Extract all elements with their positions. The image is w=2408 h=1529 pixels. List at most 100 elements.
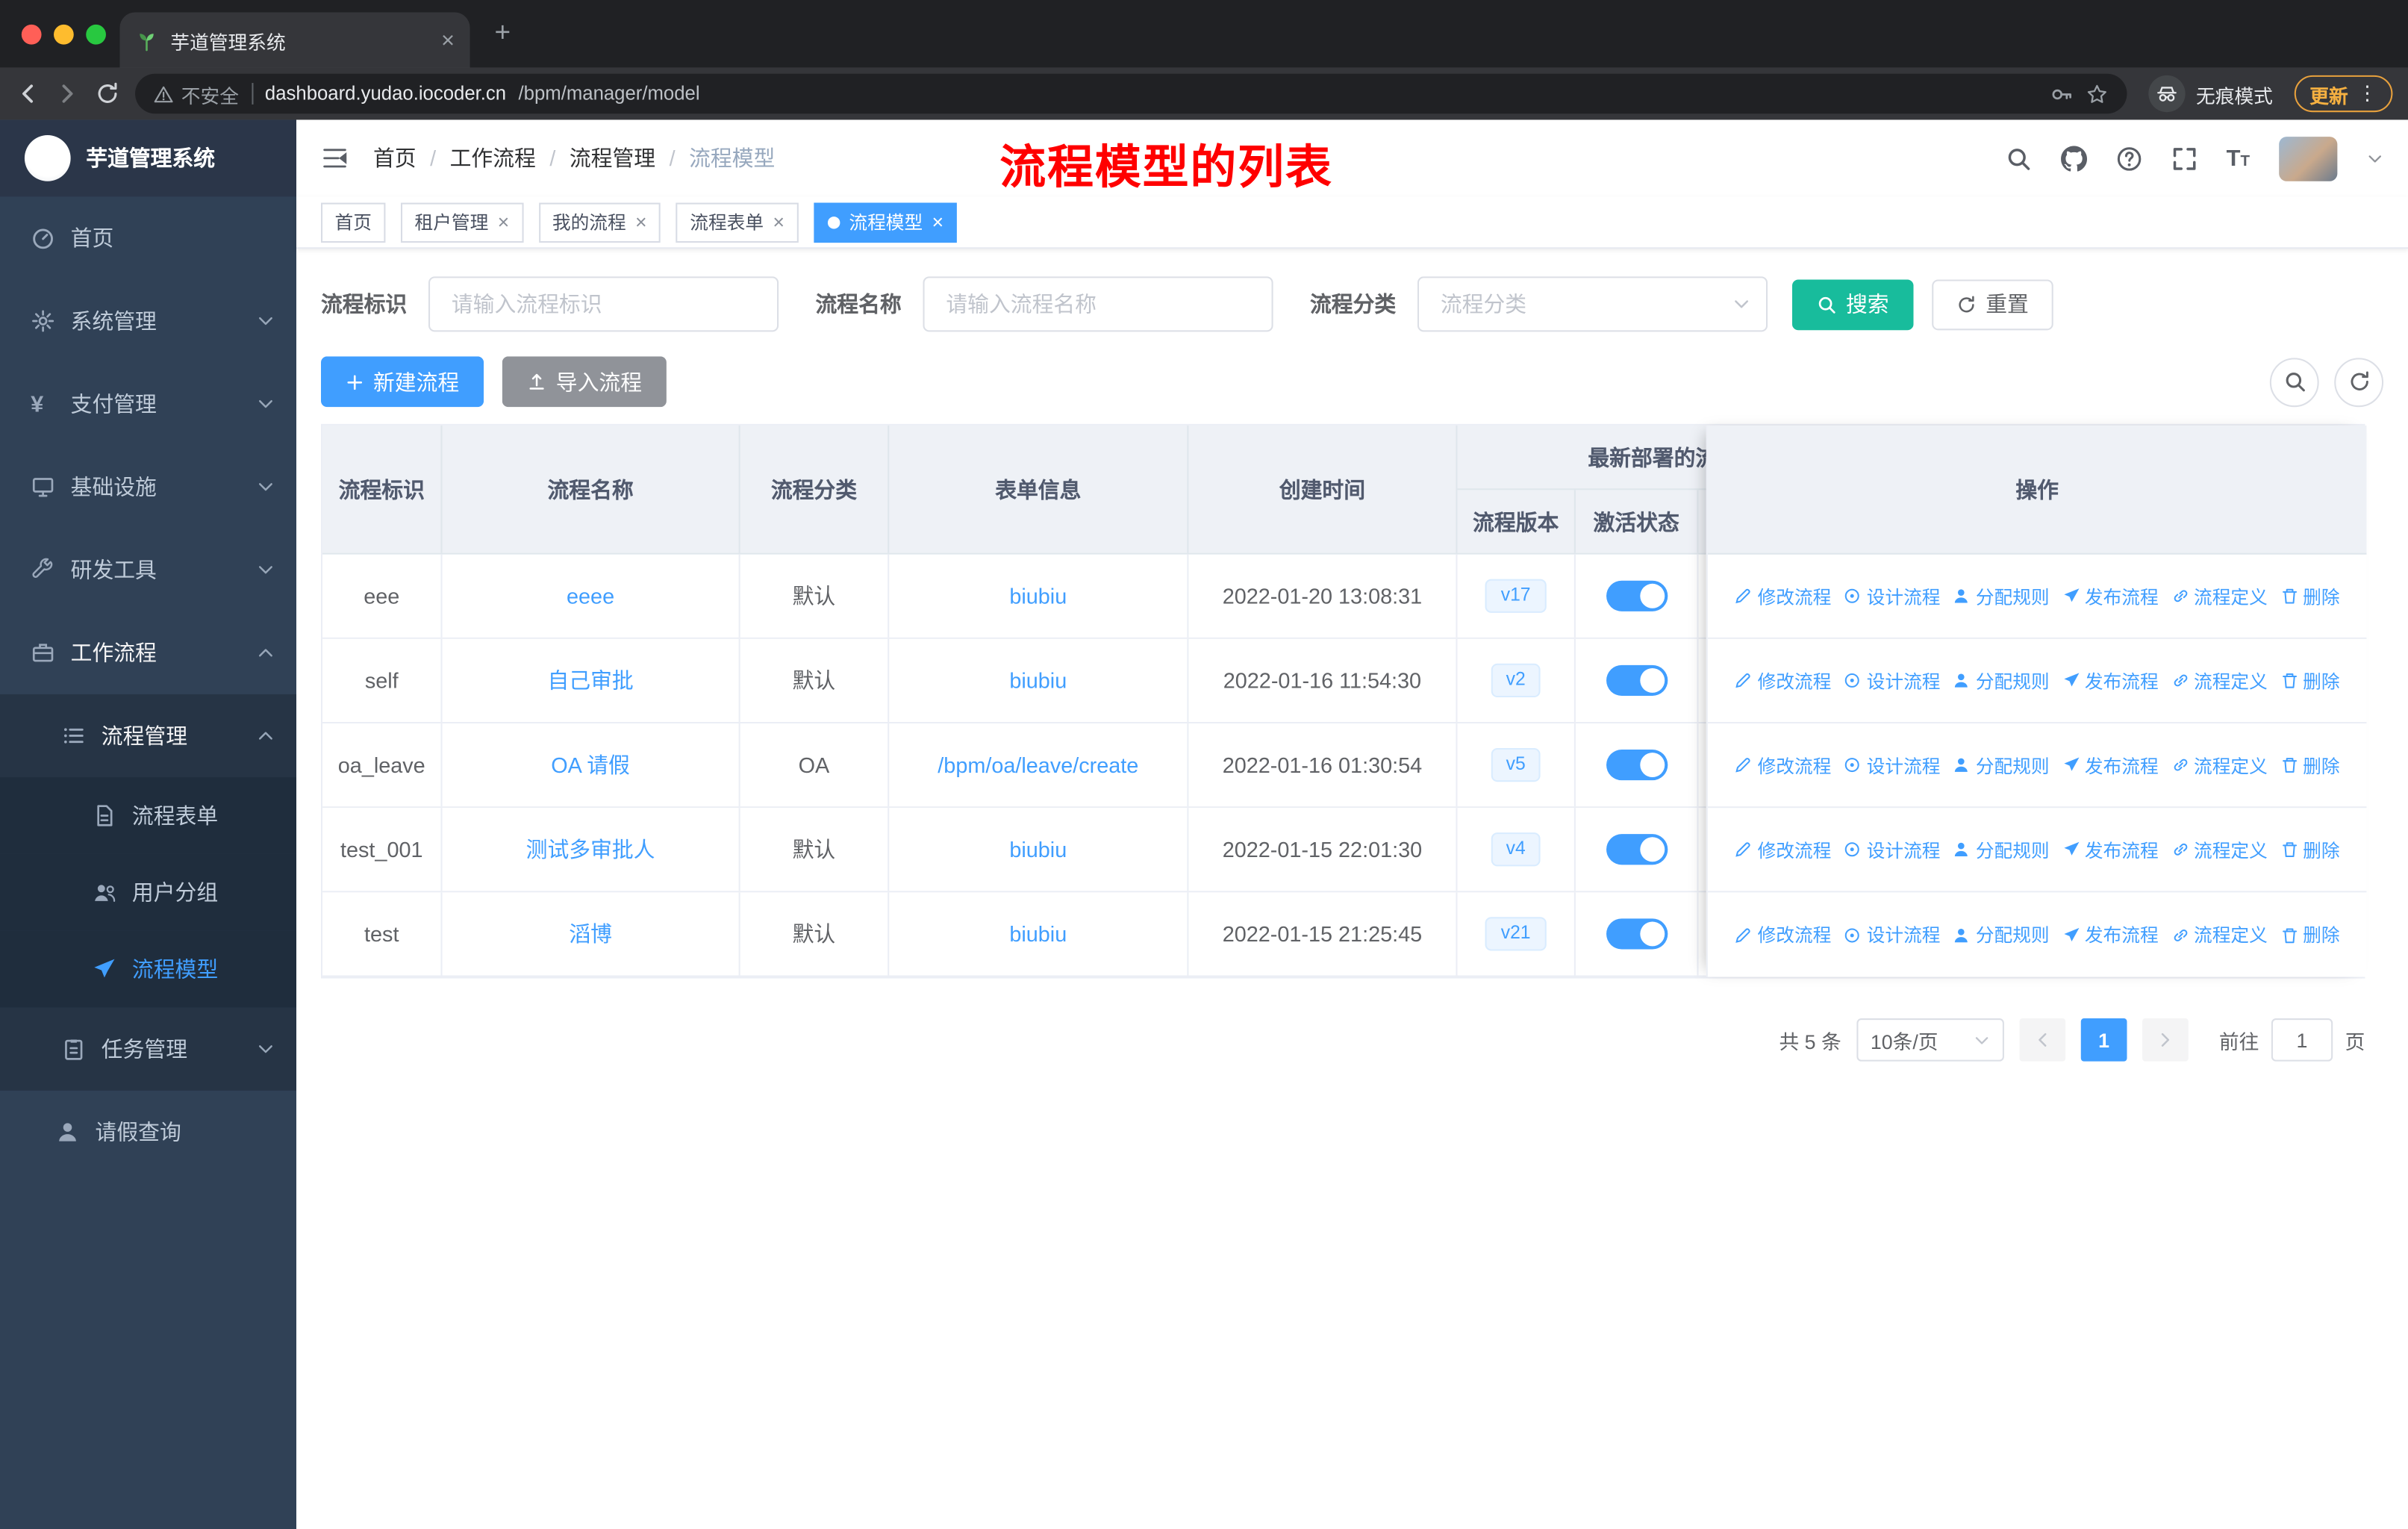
sidebar-item-task-mgmt[interactable]: 任务管理 [0, 1007, 297, 1091]
sidebar-item-infra[interactable]: 基础设施 [0, 446, 296, 529]
sidebar-item-system[interactable]: 系统管理 [0, 279, 296, 362]
process-name-link[interactable]: OA 请假 [551, 750, 630, 780]
process-key-input[interactable] [428, 276, 779, 332]
sidebar-item-devtools[interactable]: 研发工具 [0, 529, 296, 611]
op-definition-link[interactable]: 流程定义 [2171, 583, 2268, 609]
op-delete-link[interactable]: 删除 [2280, 836, 2340, 862]
sidebar-item-process-model[interactable]: 流程模型 [0, 930, 297, 1008]
reload-icon[interactable] [96, 81, 120, 106]
forward-icon[interactable] [55, 81, 80, 106]
op-assign-link[interactable]: 分配规则 [1953, 921, 2050, 947]
op-design-link[interactable]: 设计流程 [1844, 583, 1940, 609]
sidebar-item-process-mgmt[interactable]: 流程管理 [0, 694, 297, 778]
sidebar-toggle-icon[interactable] [321, 144, 349, 172]
process-name-input[interactable] [923, 276, 1273, 332]
search-button[interactable]: 搜索 [1791, 278, 1914, 330]
process-name-link[interactable]: 测试多审批人 [526, 834, 655, 865]
sidebar-item-payment[interactable]: ¥ 支付管理 [0, 363, 296, 446]
op-design-link[interactable]: 设计流程 [1844, 921, 1940, 947]
op-definition-link[interactable]: 流程定义 [2171, 752, 2268, 778]
create-process-button[interactable]: 新建流程 [320, 356, 484, 408]
op-definition-link[interactable]: 流程定义 [2171, 836, 2268, 862]
sidebar-item-user-group[interactable]: 用户分组 [0, 853, 297, 931]
form-info-link[interactable]: /bpm/oa/leave/create [938, 753, 1138, 777]
import-process-button[interactable]: 导入流程 [502, 356, 667, 408]
op-definition-link[interactable]: 流程定义 [2171, 667, 2268, 694]
process-name-link[interactable]: eeee [567, 584, 614, 608]
font-size-icon[interactable]: TT [2227, 145, 2250, 171]
op-edit-link[interactable]: 修改流程 [1735, 583, 1831, 609]
active-toggle[interactable] [1606, 750, 1668, 781]
form-info-link[interactable]: biubiu [1009, 584, 1067, 608]
browser-tab[interactable]: 芋道管理系统 × [119, 12, 470, 68]
refresh-icon[interactable] [2334, 357, 2384, 407]
op-edit-link[interactable]: 修改流程 [1735, 921, 1831, 947]
back-icon[interactable] [16, 81, 40, 106]
op-delete-link[interactable]: 删除 [2280, 752, 2340, 778]
new-tab-button[interactable]: + [494, 19, 511, 46]
sidebar-item-leave-query[interactable]: 请假查询 [0, 1091, 296, 1174]
tag-home[interactable]: 首页 [320, 202, 386, 243]
sidebar-item-workflow[interactable]: 工作流程 [0, 611, 296, 694]
op-edit-link[interactable]: 修改流程 [1735, 752, 1831, 778]
op-publish-link[interactable]: 发布流程 [2062, 752, 2159, 778]
window-minimize-button[interactable] [54, 24, 74, 45]
active-toggle[interactable] [1606, 834, 1668, 865]
reset-button[interactable]: 重置 [1932, 278, 2053, 330]
password-key-icon[interactable] [2050, 82, 2074, 105]
prev-page-button[interactable] [2019, 1018, 2066, 1062]
active-toggle[interactable] [1606, 664, 1668, 697]
op-publish-link[interactable]: 发布流程 [2062, 921, 2159, 947]
op-delete-link[interactable]: 删除 [2280, 583, 2340, 609]
goto-page-input[interactable] [2271, 1018, 2333, 1062]
process-name-link[interactable]: 滔博 [569, 918, 612, 949]
form-info-link[interactable]: biubiu [1009, 837, 1067, 862]
op-edit-link[interactable]: 修改流程 [1735, 667, 1831, 694]
address-bar[interactable]: 不安全 dashboard.yudao.iocoder.cn/bpm/manag… [135, 73, 2127, 114]
close-icon[interactable]: × [773, 212, 785, 232]
tab-close-icon[interactable]: × [441, 28, 455, 52]
breadcrumb-workflow[interactable]: 工作流程 [450, 143, 536, 173]
op-assign-link[interactable]: 分配规则 [1953, 583, 2050, 609]
breadcrumb-process-mgmt[interactable]: 流程管理 [570, 143, 655, 173]
github-icon[interactable] [2060, 145, 2086, 171]
tag-tenant[interactable]: 租户管理 × [401, 202, 523, 243]
form-info-link[interactable]: biubiu [1009, 921, 1067, 946]
active-toggle[interactable] [1606, 918, 1668, 950]
chevron-down-icon[interactable] [2366, 150, 2383, 167]
category-select[interactable]: 流程分类 [1417, 276, 1768, 332]
page-size-select[interactable]: 10条/页 [1856, 1018, 2004, 1062]
window-close-button[interactable] [21, 24, 42, 45]
window-zoom-button[interactable] [86, 24, 106, 45]
search-icon[interactable] [2005, 145, 2031, 171]
close-icon[interactable]: × [635, 212, 647, 232]
help-icon[interactable] [2116, 145, 2142, 171]
security-status[interactable]: 不安全 [154, 79, 239, 108]
op-definition-link[interactable]: 流程定义 [2171, 921, 2268, 947]
tag-process-model[interactable]: 流程模型 × [814, 202, 958, 243]
op-publish-link[interactable]: 发布流程 [2062, 667, 2159, 694]
page-number-1[interactable]: 1 [2080, 1018, 2127, 1062]
op-delete-link[interactable]: 删除 [2280, 667, 2340, 694]
op-publish-link[interactable]: 发布流程 [2062, 836, 2159, 862]
op-edit-link[interactable]: 修改流程 [1735, 836, 1831, 862]
sidebar-item-process-form[interactable]: 流程表单 [0, 777, 297, 854]
user-avatar[interactable] [2279, 136, 2338, 181]
process-name-link[interactable]: 自己审批 [547, 665, 633, 696]
form-info-link[interactable]: biubiu [1009, 668, 1067, 693]
op-design-link[interactable]: 设计流程 [1844, 667, 1940, 694]
op-publish-link[interactable]: 发布流程 [2062, 583, 2159, 609]
browser-menu-icon[interactable]: ⋮ [2357, 81, 2377, 106]
toggle-search-icon[interactable] [2269, 357, 2319, 407]
op-delete-link[interactable]: 删除 [2280, 921, 2340, 947]
fullscreen-icon[interactable] [2171, 145, 2198, 171]
sidebar-item-home[interactable]: 首页 [0, 196, 296, 279]
tag-my-process[interactable]: 我的流程 × [538, 202, 661, 243]
close-icon[interactable]: × [932, 212, 944, 232]
op-assign-link[interactable]: 分配规则 [1953, 836, 2050, 862]
op-design-link[interactable]: 设计流程 [1844, 752, 1940, 778]
op-design-link[interactable]: 设计流程 [1844, 836, 1940, 862]
op-assign-link[interactable]: 分配规则 [1953, 752, 2050, 778]
close-icon[interactable]: × [498, 212, 510, 232]
active-toggle[interactable] [1606, 580, 1668, 611]
